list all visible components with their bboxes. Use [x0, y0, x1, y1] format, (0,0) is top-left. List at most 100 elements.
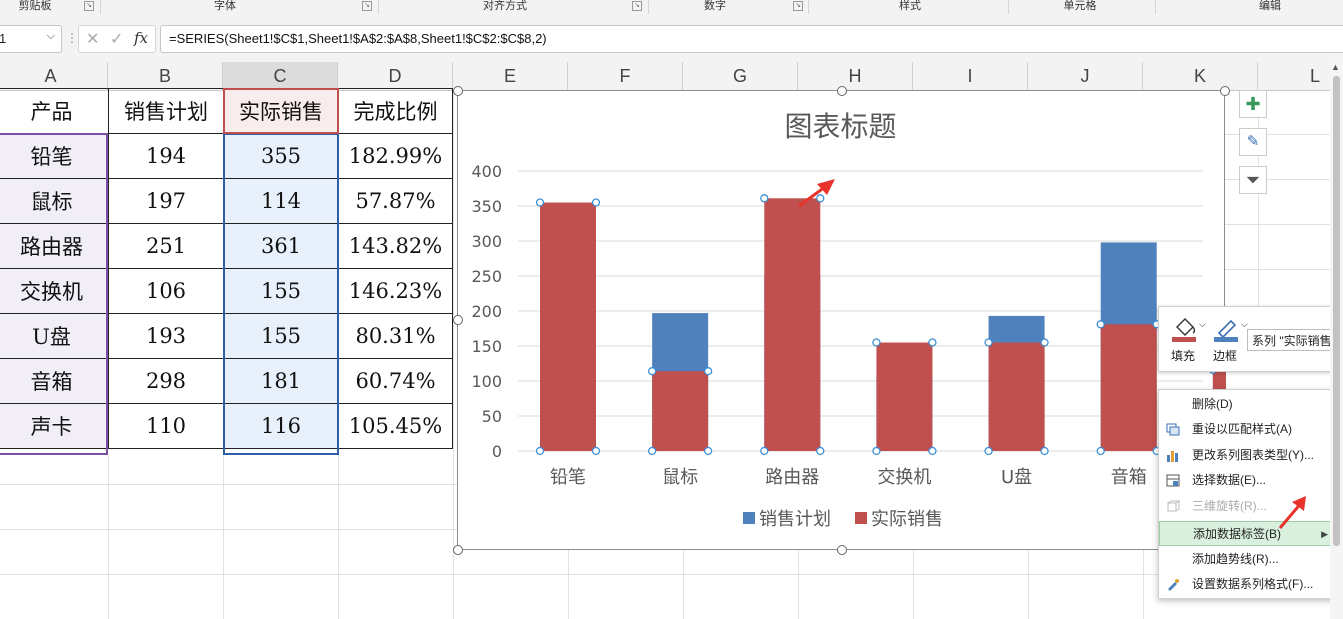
menu-item-add-trendline[interactable]: 添加趋势线(R)... [1159, 547, 1337, 572]
ribbon-group-styles: 样式 [899, 0, 921, 12]
confirm-icon[interactable]: ✓ [110, 29, 123, 49]
chart-area[interactable]: 图表标题 0 50 100 150 200 250 300 350 400 铅笔 鼠标 路由器 交换机 U盘… [457, 90, 1226, 551]
cell[interactable]: 298 [108, 358, 224, 404]
cell[interactable]: 铅笔 [0, 133, 109, 179]
column-header-k[interactable]: K [1143, 62, 1258, 90]
column-header-c[interactable]: C [223, 62, 338, 90]
chart-elements-button[interactable]: ✚ [1239, 90, 1267, 118]
legend-swatch [743, 512, 755, 524]
data-table: 产品 销售计划 实际销售 完成比例 铅笔 194 355 182.99% 鼠标 … [0, 88, 453, 449]
table-header-row: 产品 销售计划 实际销售 完成比例 [0, 88, 453, 134]
fill-label[interactable]: 填充 [1171, 347, 1195, 364]
cell[interactable]: 交换机 [0, 268, 109, 314]
cell[interactable]: 路由器 [0, 223, 109, 269]
bar-actual [764, 198, 821, 451]
cell[interactable]: 155 [223, 268, 339, 314]
resize-handle[interactable] [453, 545, 463, 555]
resize-handle[interactable] [837, 86, 847, 96]
chart-canvas[interactable]: 图表标题 0 50 100 150 200 250 300 350 400 铅笔 鼠标 路由器 交换机 U盘… [458, 91, 1226, 551]
cell[interactable]: 194 [108, 133, 224, 179]
cell[interactable]: 鼠标 [0, 178, 109, 224]
cell[interactable]: 197 [108, 178, 224, 224]
chevron-down-icon[interactable]: ⌵ [47, 30, 55, 43]
column-header-b[interactable]: B [108, 62, 223, 90]
bar-selection-handle [872, 338, 881, 347]
cell[interactable]: 143.82% [338, 223, 453, 269]
ribbon-group-editing: 编辑 [1259, 0, 1281, 12]
column-header-a[interactable]: A [0, 62, 108, 90]
name-box[interactable]: 1 ⌵ [0, 25, 62, 53]
cell[interactable]: 182.99% [338, 133, 453, 179]
cell[interactable]: 146.23% [338, 268, 453, 314]
header-cell-product[interactable]: 产品 [0, 88, 109, 134]
font-launcher-icon[interactable]: ↘ [362, 1, 372, 11]
formula-input[interactable]: =SERIES(Sheet1!$C$1,Sheet1!$A$2:$A$8,She… [160, 25, 1343, 53]
header-cell-ratio[interactable]: 完成比例 [338, 88, 453, 134]
chart-filters-button[interactable]: ⏷ [1239, 166, 1267, 194]
bar-selection-handle [928, 338, 937, 347]
rotate-3d-icon [1167, 500, 1180, 512]
column-header-e[interactable]: E [453, 62, 568, 90]
cell[interactable]: 355 [223, 133, 339, 179]
menu-item-label: 设置数据系列格式(F)... [1192, 577, 1314, 591]
bar-selection-handle [647, 367, 657, 376]
cell[interactable]: 音箱 [0, 358, 109, 404]
fx-icon[interactable]: fx [134, 29, 148, 47]
series-selector-dropdown[interactable]: 系列 "实际销售" [1247, 329, 1343, 351]
cell[interactable]: 155 [223, 313, 339, 359]
format-mini-toolbar: ⌵ 填充 ⌵ 边框 系列 "实际销售" [1158, 306, 1343, 372]
column-header-d[interactable]: D [338, 62, 453, 90]
header-cell-plan[interactable]: 销售计划 [108, 88, 224, 134]
resize-handle[interactable] [837, 545, 847, 555]
cell[interactable]: 361 [223, 223, 339, 269]
menu-item-add-data-labels[interactable]: 添加数据标签(B) ▶ [1159, 521, 1337, 546]
cell[interactable]: 193 [108, 313, 224, 359]
number-launcher-icon[interactable]: ↘ [793, 1, 803, 11]
menu-item-label: 选择数据(E)... [1192, 473, 1266, 487]
y-tick-label: 200 [471, 302, 502, 321]
menu-item-format-series[interactable]: 设置数据系列格式(F)... [1159, 572, 1337, 597]
chart-styles-button[interactable]: ✎ [1239, 128, 1267, 156]
resize-handle[interactable] [453, 315, 463, 325]
y-tick-label: 50 [482, 407, 502, 426]
bar-selection-handle [647, 446, 657, 456]
menu-item-select-data[interactable]: 选择数据(E)... [1159, 468, 1337, 493]
clipboard-launcher-icon[interactable]: ↘ [84, 1, 94, 11]
annotation-arrow-icon [1278, 496, 1306, 529]
column-header-g[interactable]: G [683, 62, 798, 90]
resize-handle[interactable] [1220, 86, 1230, 96]
cell[interactable]: 110 [108, 403, 224, 449]
menu-item-reset-style[interactable]: 重设以匹配样式(A) [1159, 417, 1337, 442]
cell[interactable]: 105.45% [338, 403, 453, 449]
cell[interactable]: 106 [108, 268, 224, 314]
cell[interactable]: 114 [223, 178, 339, 224]
name-box-value: 1 [0, 31, 7, 46]
pen-border-icon[interactable] [1211, 313, 1241, 343]
cancel-icon[interactable]: ✕ [86, 29, 99, 49]
cell[interactable]: 57.87% [338, 178, 453, 224]
cell[interactable]: 181 [223, 358, 339, 404]
y-tick-label: 100 [471, 372, 502, 391]
header-cell-actual[interactable]: 实际销售 [223, 88, 339, 134]
vertical-scrollbar[interactable]: ▲ [1330, 62, 1343, 619]
menu-item-delete[interactable]: 删除(D) [1159, 392, 1337, 417]
cell[interactable]: 116 [223, 403, 339, 449]
column-header-f[interactable]: F [568, 62, 683, 90]
resize-handle[interactable] [453, 86, 463, 96]
column-header-j[interactable]: J [1028, 62, 1143, 90]
column-header-h[interactable]: H [798, 62, 913, 90]
cell[interactable]: 声卡 [0, 403, 109, 449]
column-header-i[interactable]: I [913, 62, 1028, 90]
fill-bucket-icon[interactable] [1169, 313, 1199, 343]
border-label[interactable]: 边框 [1213, 347, 1237, 364]
menu-item-label: 添加数据标签(B) [1193, 527, 1281, 541]
cell[interactable]: U盘 [0, 313, 109, 359]
scrollbar-thumb[interactable] [1333, 76, 1340, 546]
alignment-launcher-icon[interactable]: ↘ [632, 1, 642, 11]
cell[interactable]: 60.74% [338, 358, 453, 404]
cell[interactable]: 80.31% [338, 313, 453, 359]
scroll-up-icon[interactable]: ▲ [1331, 62, 1340, 72]
menu-item-change-chart-type[interactable]: 更改系列图表类型(Y)... [1159, 443, 1337, 468]
chevron-down-icon[interactable]: ⌵ [1199, 319, 1206, 330]
cell[interactable]: 251 [108, 223, 224, 269]
